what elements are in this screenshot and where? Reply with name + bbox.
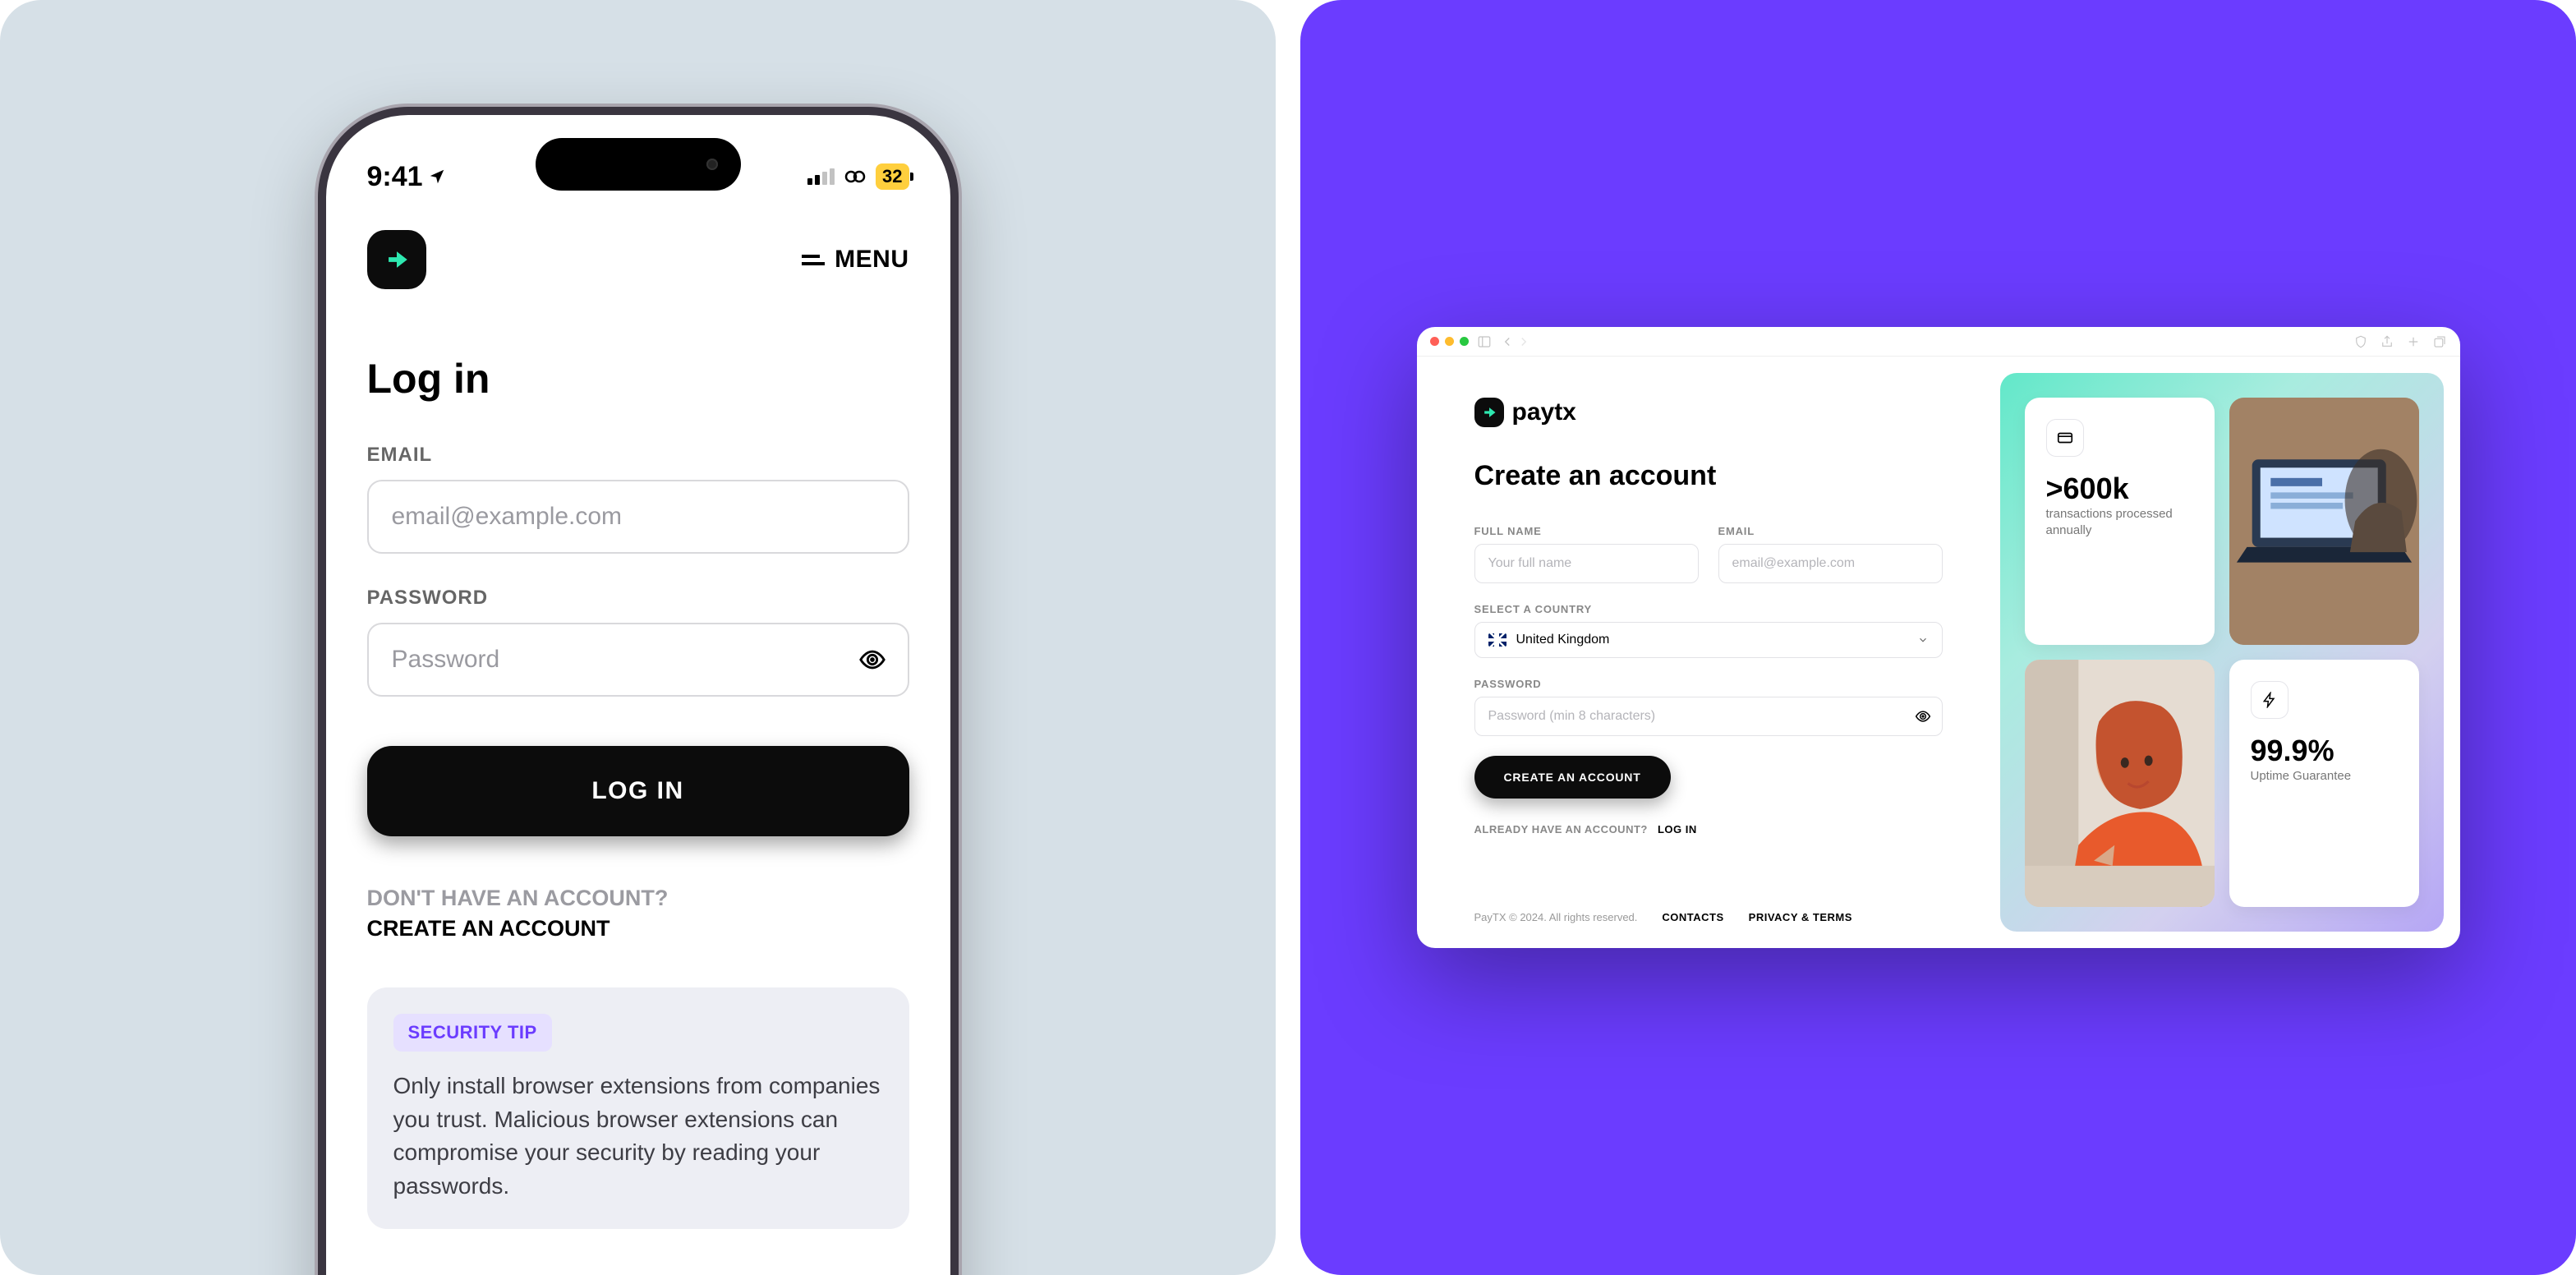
- promo-image-person: [2025, 660, 2215, 907]
- create-account-link[interactable]: CREATE AN ACCOUNT: [367, 916, 909, 941]
- eye-icon[interactable]: [1915, 708, 1931, 725]
- plus-icon[interactable]: [2406, 334, 2421, 349]
- forward-icon[interactable]: [1516, 334, 1531, 349]
- password-label: PASSWORD: [1474, 678, 1943, 690]
- stat-subtitle: transactions processed annually: [2046, 506, 2193, 540]
- desktop-mockup-panel: paytx Create an account FULL NAME EMAIL: [1300, 0, 2576, 1275]
- time-text: 9:41: [367, 161, 423, 193]
- back-icon[interactable]: [1500, 334, 1515, 349]
- fullname-input[interactable]: [1474, 544, 1699, 583]
- tabs-icon[interactable]: [2432, 334, 2447, 349]
- battery-level: 32: [882, 166, 902, 186]
- chevron-down-icon: [1917, 634, 1929, 646]
- privacy-link[interactable]: PRIVACY & TERMS: [1749, 911, 1852, 923]
- password-label: PASSWORD: [367, 587, 909, 610]
- traffic-lights[interactable]: [1430, 337, 1469, 346]
- menu-label: MENU: [835, 246, 908, 274]
- hamburger-icon: [802, 251, 825, 269]
- menu-button[interactable]: MENU: [802, 246, 908, 274]
- country-value: United Kingdom: [1516, 633, 1610, 647]
- cellular-signal-icon: [807, 168, 835, 185]
- page-title: Create an account: [1474, 460, 1943, 492]
- status-time: 9:41: [367, 161, 446, 193]
- uk-flag-icon: [1488, 633, 1506, 647]
- stat-value: >600k: [2046, 472, 2193, 506]
- password-input[interactable]: [367, 623, 909, 697]
- country-label: SELECT A COUNTRY: [1474, 603, 1943, 615]
- email-input[interactable]: [1718, 544, 1943, 583]
- phone-frame: 9:41 32 MENU Log in: [318, 107, 959, 1275]
- stat-subtitle: Uptime Guarantee: [2251, 768, 2398, 785]
- create-account-button[interactable]: CREATE AN ACCOUNT: [1474, 756, 1671, 799]
- bolt-icon: [2251, 681, 2288, 719]
- tip-badge: SECURITY TIP: [393, 1014, 552, 1052]
- eye-icon[interactable]: [858, 646, 886, 674]
- no-account-question: DON'T HAVE AN ACCOUNT?: [367, 886, 909, 911]
- email-label: EMAIL: [367, 444, 909, 467]
- contacts-link[interactable]: CONTACTS: [1662, 911, 1723, 923]
- battery-indicator: 32: [876, 163, 908, 190]
- share-icon[interactable]: [2380, 334, 2394, 349]
- stat-card-transactions: >600k transactions processed annually: [2025, 398, 2215, 645]
- security-tip-card: SECURITY TIP Only install browser extens…: [367, 987, 909, 1229]
- email-input[interactable]: [367, 480, 909, 554]
- already-question: ALREADY HAVE AN ACCOUNT?: [1474, 823, 1648, 835]
- tip-text: Only install browser extensions from com…: [393, 1070, 883, 1203]
- brand-logo[interactable]: paytx: [1474, 398, 1943, 427]
- login-button[interactable]: LOG IN: [367, 746, 909, 836]
- country-select[interactable]: United Kingdom: [1474, 622, 1943, 658]
- phone-notch: [536, 138, 741, 191]
- email-label: EMAIL: [1718, 525, 1943, 537]
- browser-window: paytx Create an account FULL NAME EMAIL: [1417, 327, 2460, 948]
- arrow-right-icon: [1481, 404, 1497, 421]
- already-have-account: ALREADY HAVE AN ACCOUNT? LOG IN: [1474, 823, 1943, 835]
- hotspot-icon: [843, 167, 867, 186]
- copyright-text: PayTX © 2024. All rights reserved.: [1474, 911, 1638, 923]
- promo-panel: >600k transactions processed annually 99…: [2000, 373, 2444, 932]
- page-title: Log in: [367, 355, 909, 403]
- shield-icon[interactable]: [2353, 334, 2368, 349]
- browser-chrome: [1417, 327, 2460, 357]
- fullname-label: FULL NAME: [1474, 525, 1699, 537]
- login-link[interactable]: LOG IN: [1658, 823, 1697, 835]
- brand-name: paytx: [1512, 398, 1576, 426]
- location-arrow-icon: [428, 168, 446, 186]
- promo-image-laptop: [2229, 398, 2419, 645]
- app-logo[interactable]: [367, 230, 426, 289]
- stat-card-uptime: 99.9% Uptime Guarantee: [2229, 660, 2419, 907]
- password-input[interactable]: [1474, 697, 1943, 736]
- card-icon: [2046, 419, 2084, 457]
- stat-value: 99.9%: [2251, 734, 2398, 768]
- mobile-mockup-panel: 9:41 32 MENU Log in: [0, 0, 1276, 1275]
- arrow-right-icon: [383, 246, 411, 274]
- sidebar-icon[interactable]: [1477, 334, 1492, 349]
